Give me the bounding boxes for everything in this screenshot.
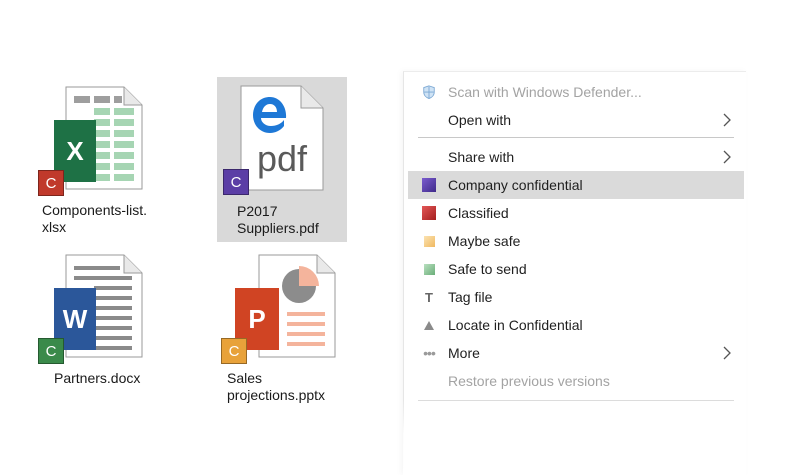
menu-label: Restore previous versions <box>448 373 610 389</box>
menu-label: Locate in Confidential <box>448 317 583 333</box>
menu-item-classified[interactable]: Classified <box>408 199 744 227</box>
file-p2017-suppliers-pdf[interactable]: pdf C P2017 Suppliers.pdf <box>217 77 347 242</box>
chevron-right-icon <box>720 112 734 128</box>
menu-fade-overlay <box>403 400 746 475</box>
file-sales-projections-pptx[interactable]: P C Sales projections.pptx <box>217 250 347 410</box>
classification-badge-red: C <box>38 170 64 196</box>
ellipsis-icon: ••• <box>423 345 436 361</box>
pdf-text: pdf <box>256 138 308 179</box>
file-label: Sales projections.pptx <box>227 370 326 403</box>
menu-item-company-confidential[interactable]: Company confidential <box>408 171 744 199</box>
green-square-icon <box>422 262 436 276</box>
classification-badge-orange: C <box>221 338 247 364</box>
menu-item-share-with[interactable]: Share with <box>408 143 744 171</box>
menu-item-safe-to-send[interactable]: Safe to send <box>408 255 744 283</box>
file-label: P2017 Suppliers.pdf <box>237 203 319 236</box>
menu-label: Tag file <box>448 289 493 305</box>
windows-defender-icon <box>422 85 436 100</box>
menu-label: Safe to send <box>448 261 527 277</box>
menu-item-open-with[interactable]: Open with <box>408 106 744 134</box>
orange-square-icon <box>422 234 436 248</box>
menu-item-maybe-safe[interactable]: Maybe safe <box>408 227 744 255</box>
menu-label: Company confidential <box>448 177 583 193</box>
menu-label: Classified <box>448 205 509 221</box>
chevron-right-icon <box>720 149 734 165</box>
classification-badge-purple: C <box>223 169 249 195</box>
triangle-up-icon <box>422 318 436 332</box>
file-components-list-xlsx[interactable]: X C Components-list. xlsx <box>26 80 156 240</box>
menu-label: More <box>448 345 480 361</box>
menu-label: Scan with Windows Defender... <box>448 84 642 100</box>
menu-separator <box>418 137 734 138</box>
menu-item-scan-windows-defender[interactable]: Scan with Windows Defender... <box>408 78 744 106</box>
purple-square-icon <box>422 178 436 192</box>
menu-item-tag-file[interactable]: T Tag file <box>408 283 744 311</box>
edge-browser-icon <box>251 95 289 135</box>
file-label: Partners.docx <box>54 370 141 386</box>
menu-label: Open with <box>448 112 512 128</box>
tag-t-icon: T <box>425 289 433 305</box>
file-partners-docx[interactable]: W C Partners.docx <box>26 250 156 390</box>
file-label: Components-list. xlsx <box>42 202 148 235</box>
classification-badge-green: C <box>38 338 64 364</box>
menu-label: Share with <box>448 149 515 165</box>
chevron-right-icon <box>720 345 734 361</box>
menu-item-restore-previous-versions[interactable]: Restore previous versions <box>408 367 744 395</box>
menu-item-locate-in-confidential[interactable]: Locate in Confidential <box>408 311 744 339</box>
red-square-icon <box>422 206 436 220</box>
menu-item-more[interactable]: ••• More <box>408 339 744 367</box>
menu-label: Maybe safe <box>448 233 521 249</box>
